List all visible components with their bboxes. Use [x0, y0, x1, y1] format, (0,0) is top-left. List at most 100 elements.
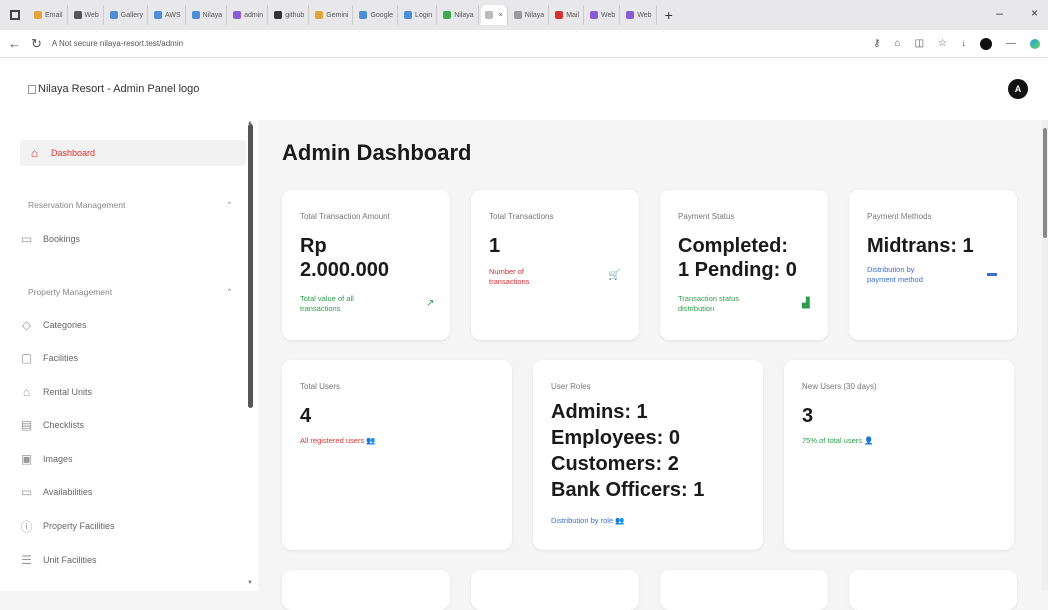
tab-favicon-icon [590, 11, 599, 19]
sidebar-item-property-facilities[interactable]: ⓘ Property Facilities [20, 513, 240, 539]
sidebar-item-bookings[interactable]: ▭ Bookings [20, 226, 240, 252]
tab-favicon-icon [34, 11, 42, 19]
minimize-button[interactable]: – [996, 6, 1003, 20]
browser-tab[interactable]: Mail [551, 5, 585, 25]
tab-favicon-icon [315, 11, 324, 19]
sidebar-item-facilities[interactable]: ▢ Facilities [20, 345, 240, 371]
tab-favicon-icon [109, 11, 118, 19]
sidebar-item-dashboard[interactable]: ⌂ Dashboard [20, 140, 246, 166]
new-tab-button[interactable]: + [665, 7, 673, 23]
card-total-transactions: Total Transactions 1 Number of transacti… [471, 190, 639, 340]
card-payment-status: Payment Status Completed: 1 Pending: 0 T… [660, 190, 828, 340]
profile-icon[interactable] [980, 37, 992, 50]
browser-tab[interactable]: admin [229, 5, 269, 25]
tab-favicon-icon [404, 11, 413, 19]
browser-tab[interactable]: Google [355, 5, 399, 25]
user-plus-icon: 👤 [864, 436, 874, 445]
window-controls: – × [996, 6, 1038, 20]
users-icon: 👥 [366, 436, 376, 445]
window-menu-icon[interactable] [10, 10, 20, 20]
key-icon[interactable]: ⚷ [873, 38, 880, 49]
browser-tab[interactable]: Login [400, 5, 438, 25]
clipboard-icon: ▤ [20, 418, 33, 432]
browser-tab[interactable]: Nilaya [510, 5, 550, 25]
trend-up-icon: ↗ [426, 298, 435, 309]
browser-tab[interactable]: AWS [150, 5, 186, 25]
browser-tab[interactable]: Nilaya [188, 5, 228, 25]
user-group-icon: 👥 [615, 516, 625, 525]
sidebar-item-categories[interactable]: ◇ Categories [20, 312, 240, 338]
card-row3-3 [660, 570, 828, 610]
page-scrollbar[interactable] [1042, 120, 1048, 591]
browser-tab-active[interactable]: × [480, 5, 508, 25]
scroll-down-icon[interactable]: ▼ [247, 580, 253, 586]
sidebar-item-rental-units[interactable]: ⌂ Rental Units [20, 379, 240, 405]
sidebar-scrollbar[interactable] [248, 124, 253, 408]
card-user-roles: User Roles Admins: 1 Employees: 0 Custom… [533, 360, 763, 550]
list-icon: ☰ [21, 553, 32, 567]
page-title: Admin Dashboard [282, 140, 472, 165]
browser-toolbar: ⚷ ⌂ ◫ ☆ ↓ — [873, 37, 1040, 50]
browser-tab[interactable]: Web [586, 5, 621, 25]
tag-icon: ◇ [21, 318, 32, 332]
browser-tab[interactable]: Email [30, 5, 68, 25]
reload-icon[interactable]: ↻ [31, 36, 42, 52]
tab-favicon-icon [233, 11, 242, 19]
tab-favicon-icon [626, 11, 635, 19]
tab-favicon-icon [153, 11, 162, 19]
sidebar-group-property[interactable]: Property Management ⌃ [28, 287, 233, 298]
chevron-up-icon: ⌃ [225, 200, 233, 210]
image-icon: ▣ [20, 452, 33, 466]
shopping-cart-icon: 🛒 [608, 270, 621, 281]
address-bar: ← ↻ A Not secure nilaya-resort.test/admi… [0, 30, 1048, 58]
main-content: Admin Dashboard Total Transaction Amount… [258, 120, 1038, 610]
tab-close-icon[interactable]: × [499, 12, 503, 19]
card-new-users: New Users (30 days) 3 75% of total users… [784, 360, 1014, 550]
card-row3-4 [849, 570, 1017, 610]
calendar-icon: ▭ [20, 232, 33, 246]
favorites-icon[interactable]: ☆ [938, 38, 947, 49]
card-payment-methods: Payment Methods Midtrans: 1 Distribution… [849, 190, 1017, 340]
browser-tab[interactable]: Web [622, 5, 657, 25]
back-arrow-icon[interactable]: ← [8, 36, 21, 51]
home-icon[interactable]: ⌂ [895, 38, 901, 49]
house-icon: ⌂ [22, 385, 31, 399]
tab-favicon-icon [73, 11, 82, 19]
download-icon[interactable]: ↓ [961, 38, 966, 49]
app-header: Nilaya Resort - Admin Panel logo A [0, 58, 1048, 120]
card-row3-1 [282, 570, 450, 610]
card-total-transaction-amount: Total Transaction Amount Rp 2.000.000 To… [282, 190, 450, 340]
home-icon: ⌂ [30, 146, 39, 160]
copilot-icon[interactable] [1030, 38, 1040, 49]
browser-tab[interactable]: Gallery [106, 5, 148, 25]
tab-favicon-icon [359, 11, 368, 19]
sidebar: ⌂ Dashboard Reservation Management ⌃ ▭ B… [0, 120, 258, 591]
sidebar-group-reservation[interactable]: Reservation Management ⌃ [28, 200, 233, 211]
browser-tab[interactable]: Nilaya [439, 5, 479, 25]
sidebar-item-unit-facilities[interactable]: ☰ Unit Facilities [20, 547, 240, 573]
browser-tab[interactable]: Gemini [311, 5, 354, 25]
close-window-button[interactable]: × [1031, 6, 1038, 20]
user-avatar[interactable]: A [1008, 79, 1028, 99]
chart-bar-icon: ▟ [802, 298, 810, 309]
credit-card-icon: ▬ [987, 268, 997, 279]
browser-tab[interactable]: github [270, 5, 310, 25]
tab-favicon-icon [443, 11, 452, 19]
info-icon: ⓘ [20, 519, 33, 534]
tab-favicon-icon [513, 11, 522, 19]
page-scrollbar-thumb[interactable] [1043, 128, 1047, 238]
split-screen-icon[interactable]: ◫ [915, 38, 924, 49]
more-options-icon[interactable]: — [1006, 38, 1016, 49]
sidebar-item-images[interactable]: ▣ Images [20, 446, 240, 472]
browser-tabstrip: Email Web Gallery AWS Nilaya admin githu… [0, 0, 1048, 30]
sidebar-item-availabilities[interactable]: ▭ Availabilities [20, 479, 240, 505]
site-logo[interactable]: Nilaya Resort - Admin Panel logo [28, 83, 199, 95]
tab-favicon-icon [191, 11, 200, 19]
tab-favicon-icon [555, 11, 564, 19]
broken-image-icon [28, 84, 36, 94]
tab-favicon-icon [274, 11, 283, 19]
url-field[interactable]: A Not secure nilaya-resort.test/admin [52, 35, 863, 53]
card-total-users: Total Users 4 All registered users 👥 [282, 360, 512, 550]
browser-tab[interactable]: Web [70, 5, 104, 25]
sidebar-item-checklists[interactable]: ▤ Checklists [20, 412, 240, 438]
